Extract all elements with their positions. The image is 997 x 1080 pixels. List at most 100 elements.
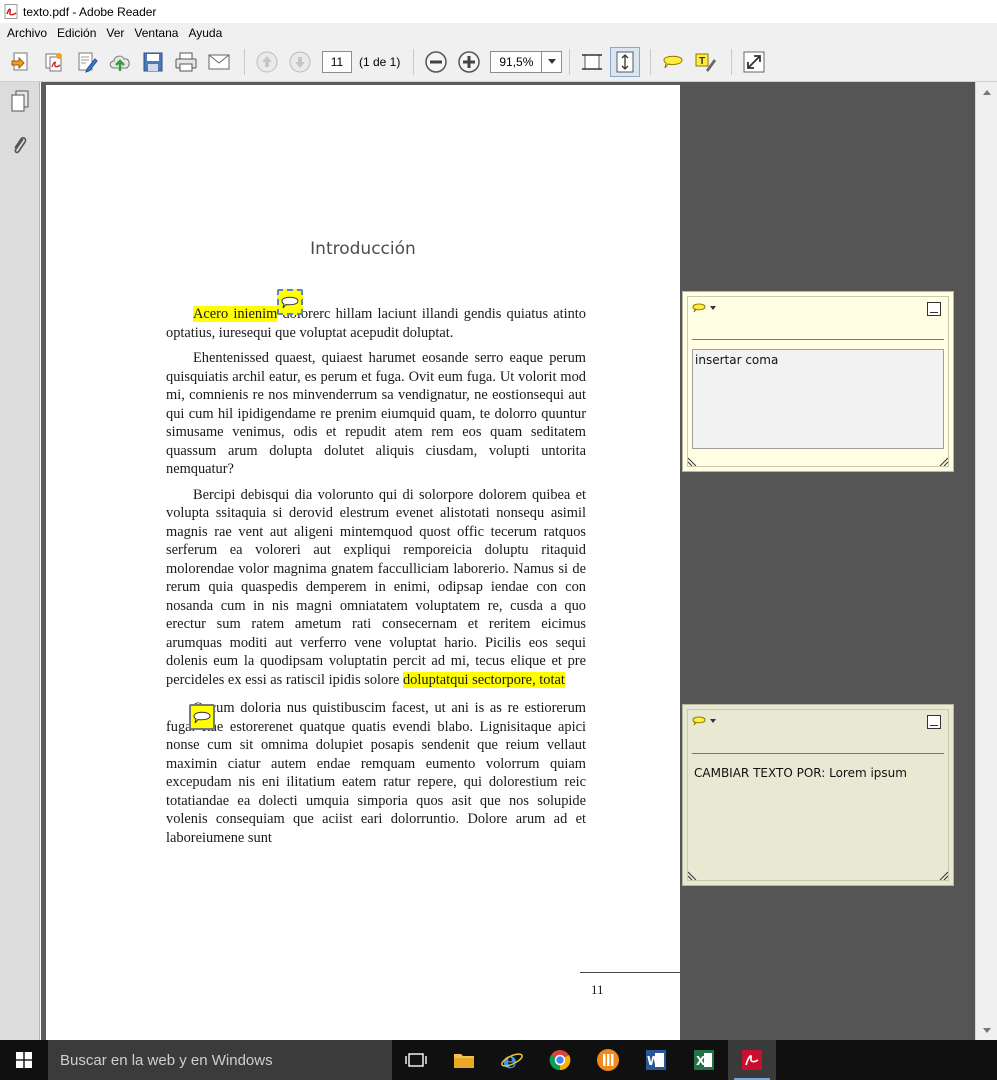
svg-text:W: W bbox=[647, 1054, 660, 1068]
email-button[interactable] bbox=[204, 47, 234, 77]
create-pdf-button[interactable] bbox=[6, 47, 36, 77]
pdf-file-icon bbox=[4, 4, 18, 19]
internet-explorer-app[interactable]: e bbox=[488, 1040, 536, 1080]
comment-text-2[interactable]: CAMBIAR TEXTO POR: Lorem ipsum bbox=[692, 763, 944, 863]
menu-edicion[interactable]: Edición bbox=[52, 26, 101, 40]
speech-bubble-icon bbox=[692, 303, 706, 313]
paragraph-2[interactable]: Ehentenissed quaest, quiaest harumet eos… bbox=[166, 349, 586, 479]
previous-page-button[interactable] bbox=[252, 47, 282, 77]
speech-bubble-icon bbox=[663, 55, 683, 68]
file-explorer-app[interactable] bbox=[440, 1040, 488, 1080]
speech-bubble-icon bbox=[692, 716, 706, 726]
highlighted-text-2[interactable]: doluptatqui sectorpore, totat bbox=[402, 671, 565, 688]
page-number-input[interactable] bbox=[322, 50, 352, 73]
comment-popup-2[interactable]: CAMBIAR TEXTO POR: Lorem ipsum bbox=[682, 704, 954, 886]
minimize-comment-button[interactable] bbox=[927, 715, 941, 729]
next-page-button[interactable] bbox=[285, 47, 315, 77]
arrow-down-circle-icon bbox=[289, 51, 311, 72]
save-icon bbox=[143, 52, 163, 71]
menu-ventana[interactable]: Ventana bbox=[129, 26, 183, 40]
adobe-reader-icon bbox=[742, 1050, 762, 1070]
toolbar-separator bbox=[413, 48, 415, 75]
task-view-button[interactable] bbox=[392, 1040, 440, 1080]
comment-options[interactable] bbox=[692, 302, 716, 313]
chevron-up-icon bbox=[983, 89, 991, 95]
pdf-page[interactable]: Introducción Acero inienim dolorerc hill… bbox=[46, 85, 680, 1040]
orange-app[interactable] bbox=[584, 1040, 632, 1080]
body-text[interactable]: Acero inienim dolorerc hillam laciunt il… bbox=[166, 305, 586, 854]
attachments-button[interactable] bbox=[7, 132, 33, 158]
start-button[interactable] bbox=[0, 1040, 48, 1080]
zoom-value-input[interactable] bbox=[491, 51, 542, 72]
create-pdf-icon bbox=[11, 52, 28, 70]
folder-icon bbox=[454, 1054, 474, 1068]
windows-logo-icon bbox=[16, 1052, 32, 1068]
scroll-down-button[interactable] bbox=[981, 1024, 993, 1036]
scroll-up-button[interactable] bbox=[981, 86, 993, 98]
zoom-select[interactable] bbox=[490, 50, 563, 73]
zoom-dropdown-button[interactable] bbox=[541, 51, 561, 72]
plus-circle-icon bbox=[458, 50, 481, 73]
add-comment-button[interactable] bbox=[658, 47, 688, 77]
window-title: texto.pdf - Adobe Reader bbox=[23, 4, 157, 19]
upload-cloud-button[interactable] bbox=[105, 47, 135, 77]
comment-options[interactable] bbox=[692, 715, 716, 726]
resize-grip-icon[interactable] bbox=[688, 870, 698, 880]
print-button[interactable] bbox=[171, 47, 201, 77]
menu-bar: Archivo Edición Ver Ventana Ayuda bbox=[0, 23, 997, 42]
word-icon: W bbox=[646, 1050, 666, 1070]
highlighted-text-1[interactable]: Acero inienim bbox=[193, 306, 278, 322]
fit-page-button[interactable] bbox=[610, 46, 641, 77]
highlight-text-button[interactable]: T bbox=[691, 47, 721, 77]
zoom-out-button[interactable] bbox=[421, 47, 451, 77]
menu-ayuda[interactable]: Ayuda bbox=[183, 26, 227, 40]
page-thumbnails-button[interactable] bbox=[7, 88, 33, 114]
printer-icon bbox=[175, 52, 197, 71]
comment-marker-1[interactable] bbox=[277, 289, 303, 315]
expand-icon bbox=[743, 51, 765, 72]
adobe-reader-app[interactable] bbox=[728, 1040, 776, 1080]
orange-circle-app-icon bbox=[597, 1049, 619, 1071]
vertical-scrollbar[interactable] bbox=[975, 82, 997, 1040]
chevron-down-icon bbox=[710, 718, 716, 723]
chrome-icon bbox=[549, 1050, 571, 1071]
paragraph-3[interactable]: Bercipi debisqui dia voloruntо qui di so… bbox=[166, 486, 586, 690]
document-view[interactable]: Introducción Acero inienim dolorerc hill… bbox=[41, 82, 975, 1040]
title-bar: texto.pdf - Adobe Reader bbox=[0, 0, 997, 23]
page-total-label: (1 de 1) bbox=[359, 54, 401, 69]
cloud-upload-icon bbox=[109, 55, 130, 71]
highlight-pen-icon: T bbox=[695, 53, 717, 72]
comment-popup-1[interactable]: insertar coma bbox=[682, 291, 954, 472]
excel-app[interactable]: X bbox=[680, 1040, 728, 1080]
resize-grip-icon[interactable] bbox=[938, 870, 948, 880]
edit-pdf-button[interactable] bbox=[72, 47, 102, 77]
menu-archivo[interactable]: Archivo bbox=[2, 26, 52, 40]
zoom-in-button[interactable] bbox=[454, 47, 484, 77]
paragraph-3-text: Bercipi debisqui dia voloruntо qui di so… bbox=[166, 486, 586, 688]
excel-icon: X bbox=[694, 1050, 714, 1070]
word-app[interactable]: W bbox=[632, 1040, 680, 1080]
save-button[interactable] bbox=[138, 47, 168, 77]
paragraph-1[interactable]: Acero inienim dolorerc hillam laciunt il… bbox=[166, 305, 586, 342]
paragraph-4[interactable]: Occum doloria nus quistibuscim facest, u… bbox=[166, 699, 586, 847]
chevron-down-icon bbox=[710, 305, 716, 310]
comment-marker-2[interactable] bbox=[189, 704, 215, 730]
toolbar-separator bbox=[731, 48, 733, 75]
svg-text:T: T bbox=[699, 56, 705, 67]
task-view-icon bbox=[405, 1053, 427, 1067]
toolbar-separator bbox=[650, 48, 652, 75]
comment-text-1[interactable]: insertar coma bbox=[692, 349, 944, 449]
resize-grip-icon[interactable] bbox=[938, 456, 948, 466]
minimize-comment-button[interactable] bbox=[927, 302, 941, 316]
chrome-app[interactable] bbox=[536, 1040, 584, 1080]
combine-files-icon bbox=[45, 52, 62, 71]
scroll-mode-button[interactable] bbox=[577, 47, 607, 77]
taskbar-search-box[interactable]: Buscar en la web y en Windows bbox=[48, 1040, 392, 1080]
combine-files-button[interactable] bbox=[39, 47, 69, 77]
resize-grip-icon[interactable] bbox=[688, 456, 698, 466]
fullscreen-button[interactable] bbox=[739, 47, 769, 77]
toolbar: (1 de 1) bbox=[0, 42, 997, 82]
menu-ver[interactable]: Ver bbox=[101, 26, 129, 40]
arrow-up-circle-icon bbox=[256, 51, 278, 72]
toolbar-separator bbox=[244, 48, 245, 75]
